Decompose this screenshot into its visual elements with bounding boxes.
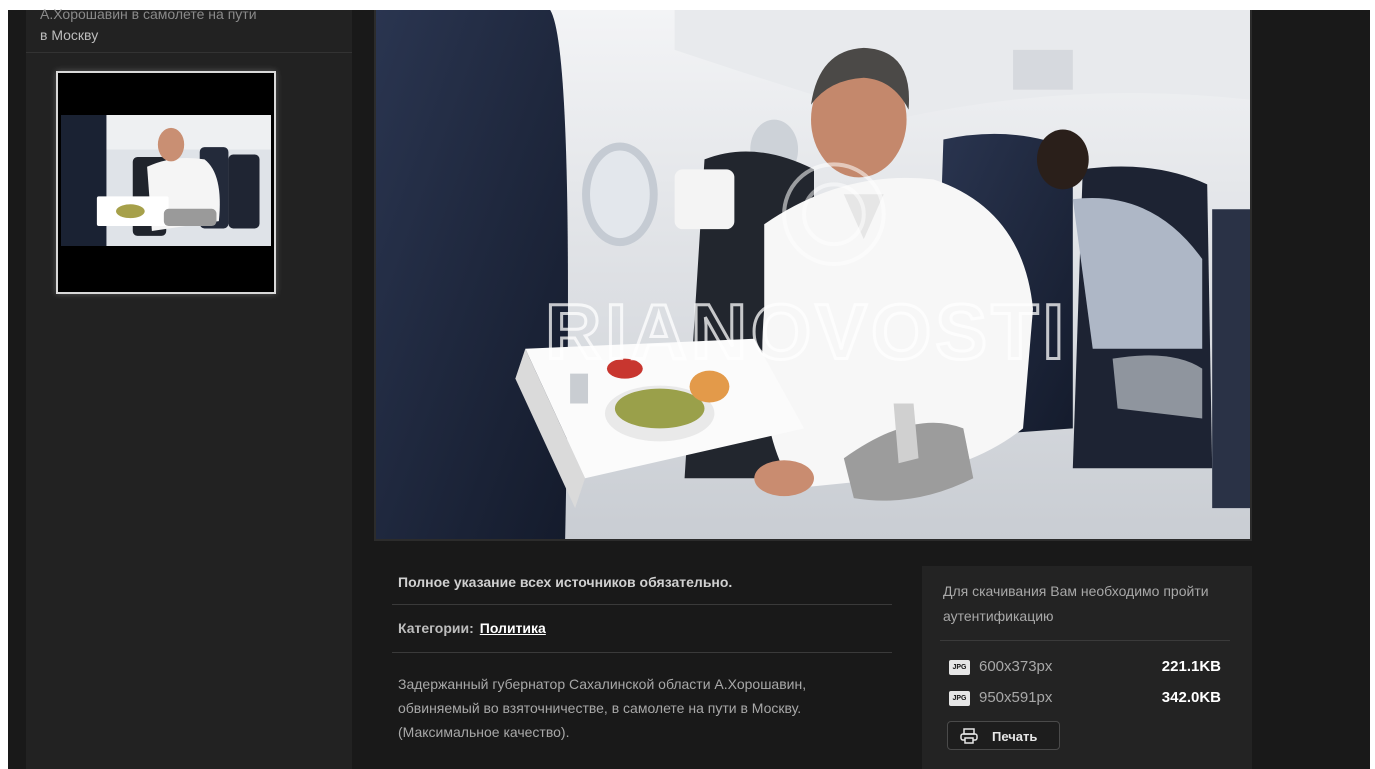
print-button-label: Печать [992, 729, 1038, 744]
main-photo: RIANOVOSTI [374, 10, 1252, 541]
photo-description: Задержанный губернатор Сахалинской облас… [398, 676, 807, 740]
download-panel: Для скачивания Вам необходимо пройти аут… [922, 566, 1252, 769]
download-600x373[interactable]: JPG 600x373px 221.1KB [949, 656, 1221, 680]
jpg-file-icon: JPG [949, 660, 970, 675]
categories-label: Категории: [398, 620, 474, 636]
info-divider [392, 652, 892, 653]
sidebar: А.Хорошавин в самолете на пути в Москву [26, 6, 352, 769]
file-dimensions: 600x373px [979, 658, 1053, 675]
sidebar-photo-caption: А.Хорошавин в самолете на пути в Москву [40, 6, 257, 43]
page: А.Хорошавин в самолете на пути в Москву [8, 6, 1370, 769]
info-divider [392, 604, 892, 605]
auth-note: Для скачивания Вам необходимо пройти аут… [943, 583, 1209, 624]
watermark-text: RIANOVOSTI [545, 290, 1068, 376]
source-note: Полное указание всех источников обязател… [398, 574, 733, 590]
file-size: 342.0KB [1161, 689, 1221, 706]
photo-thumbnail[interactable] [56, 71, 276, 294]
printer-icon [960, 728, 978, 744]
file-dimensions: 950x591px [979, 689, 1053, 706]
print-button[interactable]: Печать [947, 721, 1060, 750]
jpg-file-icon: JPG [949, 691, 970, 706]
sidebar-divider [26, 52, 352, 53]
category-link-politics[interactable]: Политика [480, 620, 546, 636]
download-950x591[interactable]: JPG 950x591px 342.0KB [949, 687, 1221, 711]
file-size: 221.1KB [1161, 658, 1221, 675]
categories: Категории: Политика [398, 620, 546, 636]
download-divider [940, 640, 1230, 641]
thumbnail-image [61, 115, 271, 246]
